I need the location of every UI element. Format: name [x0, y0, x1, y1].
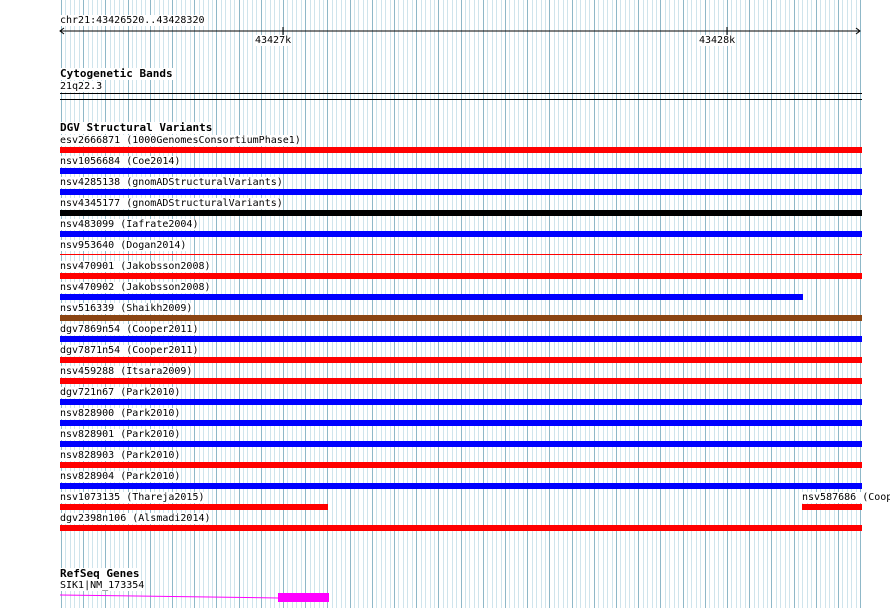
track-divider	[60, 99, 862, 100]
variant-bar[interactable]	[60, 336, 862, 342]
variant-label: nsv470901 (Jakobsson2008)	[60, 261, 211, 272]
variant-label: nsv828900 (Park2010)	[60, 408, 181, 419]
cytoband-track-title: Cytogenetic Bands	[60, 67, 173, 80]
variant-bar[interactable]	[60, 294, 803, 300]
variant-label: nsv1056684 (Coe2014)	[60, 156, 181, 167]
variant-label: nsv953640 (Dogan2014)	[60, 240, 187, 251]
variant-label: dgv721n67 (Park2010)	[60, 387, 181, 398]
variant-label: nsv828903 (Park2010)	[60, 450, 181, 461]
cytoband-label: 21q22.3	[60, 81, 103, 92]
variant-label: dgv2398n106 (Alsmadi2014)	[60, 513, 211, 524]
ruler-tick-label: 43427k	[255, 35, 292, 46]
variant-bar[interactable]	[60, 254, 862, 255]
variant-label: nsv828901 (Park2010)	[60, 429, 181, 440]
variant-label: nsv483099 (Iafrate2004)	[60, 219, 199, 230]
refseq-track-title: RefSeq Genes	[60, 567, 140, 580]
variant-bar[interactable]	[60, 399, 862, 405]
coordinate-ruler	[59, 27, 861, 35]
ruler-tick-label: 43428k	[699, 35, 736, 46]
variant-bar[interactable]	[60, 273, 862, 279]
variant-label: nsv4345177 (gnomADStructuralVariants)	[60, 198, 283, 209]
variant-label: dgv7871n54 (Cooper2011)	[60, 345, 199, 356]
variant-bar[interactable]	[60, 357, 862, 363]
variant-bar[interactable]	[60, 525, 862, 531]
variant-bar[interactable]	[60, 462, 862, 468]
gene-model-sik1[interactable]	[0, 590, 890, 604]
variant-label: nsv1073135 (Thareja2015)	[60, 492, 205, 503]
dgv-track-title: DGV Structural Variants	[60, 121, 213, 134]
variant-bar[interactable]	[60, 189, 862, 195]
variant-label: nsv828904 (Park2010)	[60, 471, 181, 482]
variant-label: esv2666871 (1000GenomesConsortiumPhase1)	[60, 135, 301, 146]
variant-bar[interactable]	[60, 504, 328, 510]
cytoband-bar[interactable]	[60, 93, 862, 94]
variant-bar[interactable]	[60, 441, 862, 447]
variant-label: nsv459288 (Itsara2009)	[60, 366, 193, 377]
variant-label: nsv470902 (Jakobsson2008)	[60, 282, 211, 293]
variant-bar[interactable]	[60, 168, 862, 174]
variant-bar[interactable]	[60, 420, 862, 426]
variant-label: nsv4285138 (gnomADStructuralVariants)	[60, 177, 283, 188]
variant-label: nsv516339 (Shaikh2009)	[60, 303, 193, 314]
variant-bar[interactable]	[60, 483, 862, 489]
variant-bar[interactable]	[60, 315, 862, 321]
variant-bar[interactable]	[60, 210, 862, 216]
variant-bar[interactable]	[60, 147, 862, 153]
variant-label: dgv7869n54 (Cooper2011)	[60, 324, 199, 335]
variant-bar[interactable]	[60, 231, 862, 237]
variant-bar[interactable]	[60, 378, 862, 384]
variant-bar[interactable]	[802, 504, 862, 510]
variant-label: nsv587686 (Coop	[802, 492, 890, 503]
